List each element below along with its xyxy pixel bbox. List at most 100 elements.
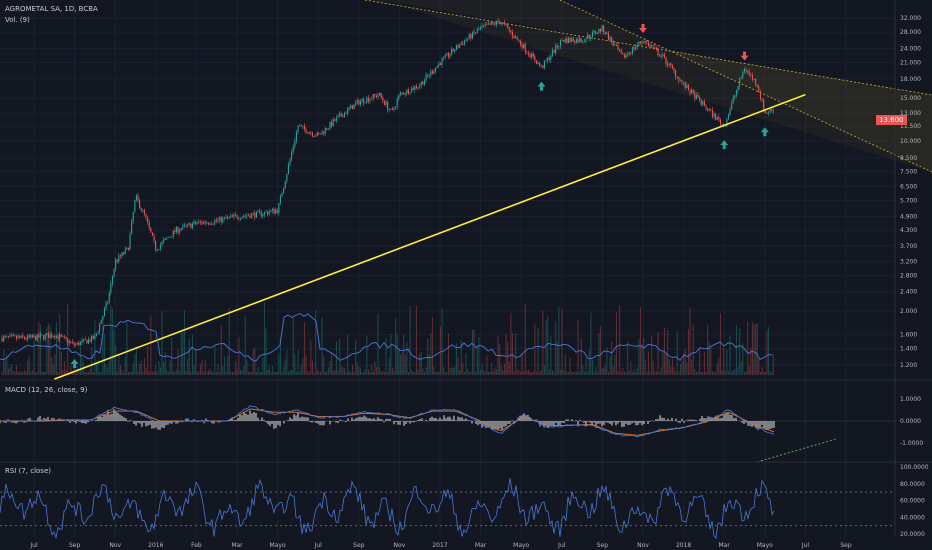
- volume-bar: [1, 371, 3, 375]
- candle-body: [599, 28, 601, 32]
- candle-body: [451, 49, 453, 55]
- candle-body: [257, 211, 259, 212]
- macd-histogram-bar: [411, 421, 413, 423]
- volume-bar: [516, 369, 518, 375]
- volume-bar: [196, 371, 198, 375]
- volume-bar: [275, 371, 277, 375]
- volume-bar: [183, 309, 185, 375]
- macd-histogram-bar: [723, 414, 725, 421]
- candle-body: [265, 211, 267, 213]
- candle-body: [273, 208, 275, 214]
- candle-body: [433, 71, 435, 74]
- volume-bar: [123, 371, 125, 375]
- price-tick-label: 24.000: [900, 45, 921, 52]
- volume-bar: [14, 371, 16, 375]
- volume-bar: [403, 335, 405, 375]
- candle-body: [321, 131, 323, 135]
- candle-body: [495, 20, 497, 25]
- volume-bar: [171, 337, 173, 375]
- macd-histogram-bar: [587, 421, 589, 422]
- macd-histogram-bar: [317, 421, 319, 424]
- candle-body: [590, 37, 592, 39]
- volume-bar: [513, 370, 515, 375]
- volume-bar: [747, 321, 749, 375]
- macd-histogram-bar: [443, 415, 445, 421]
- volume-bar: [241, 370, 243, 375]
- macd-histogram-bar: [467, 420, 469, 421]
- volume-bar: [358, 366, 360, 375]
- candle-body: [732, 97, 734, 103]
- candle-body: [710, 109, 712, 111]
- volume-bar: [179, 371, 181, 375]
- volume-bar: [379, 367, 381, 375]
- macd-histogram-bar: [159, 421, 161, 430]
- macd-histogram-bar: [547, 421, 549, 428]
- volume-bar: [63, 361, 65, 375]
- candle-body: [444, 54, 446, 58]
- macd-histogram-bar: [143, 421, 145, 423]
- time-tick-label: Mayo: [270, 542, 286, 549]
- candle-body: [486, 24, 488, 26]
- volume-bar: [158, 361, 160, 375]
- macd-histogram-bar: [419, 419, 421, 421]
- volume-bar: [467, 369, 469, 375]
- volume-bar: [4, 360, 6, 375]
- candle-body: [219, 217, 221, 220]
- time-tick-label: Mar: [231, 542, 243, 549]
- macd-histogram-bar: [435, 418, 437, 421]
- volume-bar: [201, 360, 203, 375]
- volume-bar: [452, 367, 454, 375]
- macd-histogram-bar: [347, 418, 349, 421]
- macd-histogram-bar: [611, 421, 613, 426]
- candle-body: [636, 44, 638, 48]
- candle-body: [78, 342, 80, 346]
- candle-body: [691, 89, 693, 94]
- candle-body: [230, 215, 232, 217]
- candle-body: [295, 131, 297, 141]
- volume-bar: [227, 355, 229, 375]
- volume-bar: [310, 340, 312, 375]
- candle-body: [702, 101, 704, 105]
- macd-histogram-bar: [91, 420, 93, 421]
- price-tick-label: 7.500: [900, 168, 917, 175]
- volume-bar: [505, 334, 507, 375]
- candle-body: [681, 80, 683, 83]
- chart-canvas[interactable]: 32.00028.00024.00021.00018.00015.00013.0…: [0, 0, 932, 550]
- macd-histogram-bar: [719, 418, 721, 421]
- price-tick-label: 2.000: [900, 308, 917, 315]
- macd-histogram-bar: [355, 418, 357, 421]
- volume-bar: [140, 361, 142, 375]
- candle-body: [692, 89, 694, 93]
- candle-body: [454, 50, 456, 52]
- price-tick-label: 1.200: [900, 362, 917, 369]
- volume-bar: [510, 312, 512, 375]
- candle-body: [649, 45, 651, 47]
- volume-bar: [491, 363, 493, 375]
- volume-bar: [743, 371, 745, 375]
- candle-body: [281, 193, 283, 197]
- volume-bar: [356, 361, 358, 375]
- macd-histogram-bar: [287, 420, 289, 421]
- macd-histogram-bar: [727, 413, 729, 421]
- macd-histogram-bar: [233, 420, 235, 421]
- volume-bar: [316, 369, 318, 375]
- macd-histogram-bar: [625, 421, 627, 424]
- volume-bar: [44, 371, 46, 375]
- volume-bar: [596, 371, 598, 375]
- candle-body: [403, 92, 405, 95]
- rsi-tick-label: 40.0000: [900, 514, 925, 521]
- candle-body: [148, 222, 150, 228]
- macd-histogram-bar: [151, 421, 153, 429]
- candle-body: [348, 108, 350, 109]
- volume-bar: [724, 371, 726, 375]
- volume-bar: [135, 346, 137, 375]
- macd-histogram-bar: [353, 419, 355, 421]
- macd-histogram-bar: [607, 421, 609, 423]
- volume-bar: [15, 365, 17, 375]
- candle-body: [686, 85, 688, 89]
- candle-body: [86, 339, 88, 344]
- volume-bar: [617, 371, 619, 375]
- macd-histogram-bar: [109, 414, 111, 421]
- candle-body: [209, 223, 211, 225]
- volume-bar: [716, 362, 718, 375]
